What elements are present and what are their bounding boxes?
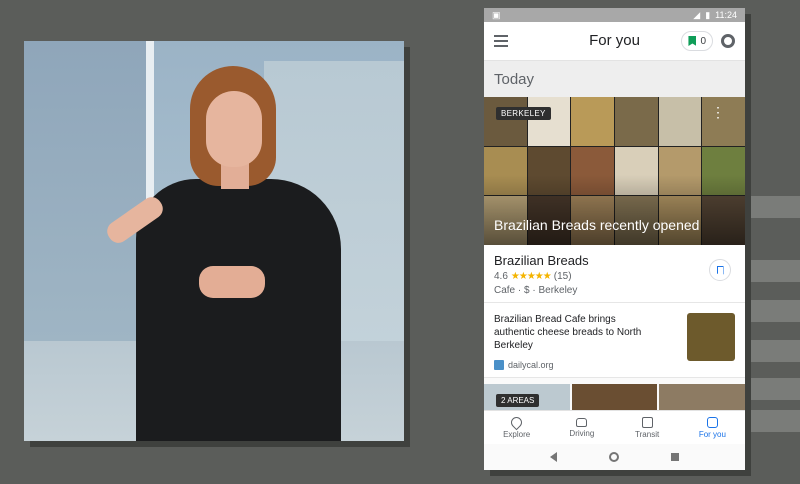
area-chip: BERKELEY xyxy=(496,107,551,120)
place-meta: Cafe · $ · Berkeley xyxy=(494,285,578,296)
photo-tile xyxy=(484,97,527,146)
source-logo-icon xyxy=(494,360,504,370)
save-place-button[interactable] xyxy=(709,259,731,281)
nav-label: Transit xyxy=(635,430,660,439)
nav-label: Explore xyxy=(503,430,531,439)
saved-count: 0 xyxy=(700,35,706,47)
flag-icon xyxy=(688,36,697,46)
photo-collage[interactable]: BERKELEY ⋮ Brazilian Breads recently ope… xyxy=(484,97,745,245)
star-rating-icon: ★★★★★ xyxy=(510,271,552,282)
status-bar: ▣ ◢ ▮ 11:24 xyxy=(484,8,745,22)
nav-label: For you xyxy=(698,430,726,439)
nav-label: Driving xyxy=(569,429,595,438)
recents-icon[interactable] xyxy=(671,453,679,461)
nav-explore[interactable]: Explore xyxy=(484,411,549,445)
more-options-icon[interactable]: ⋮ xyxy=(711,105,725,119)
photo-tile xyxy=(615,97,658,146)
review-count: (15) xyxy=(553,271,572,282)
signal-icon: ◢ xyxy=(693,9,701,20)
background-stripe xyxy=(745,300,800,322)
bookmark-icon xyxy=(716,265,724,275)
video-wall xyxy=(24,41,146,341)
place-name: Brazilian Breads xyxy=(494,253,589,268)
areas-chip: 2 AREAS xyxy=(496,394,540,407)
presenter-face xyxy=(206,91,262,167)
system-navigation-bar xyxy=(484,444,745,470)
car-icon xyxy=(576,418,588,427)
back-icon[interactable] xyxy=(550,452,557,462)
background-stripe xyxy=(745,410,800,432)
app-bar-actions: 0 xyxy=(681,31,735,51)
presenter-video xyxy=(24,41,404,441)
plus-icon xyxy=(706,417,718,428)
bottom-navigation: Explore Driving Transit For you xyxy=(484,410,745,445)
photo-tile xyxy=(658,97,702,146)
background-stripe xyxy=(745,340,800,362)
home-icon[interactable] xyxy=(609,452,619,462)
presenter-hands xyxy=(199,266,265,298)
rating-value: 4.6 xyxy=(494,271,508,282)
nav-for-you[interactable]: For you xyxy=(680,411,745,445)
collage-caption: Brazilian Breads recently opened xyxy=(494,217,700,233)
bus-icon xyxy=(641,417,653,428)
background-stripe xyxy=(745,260,800,282)
phone-screen: ▣ ◢ ▮ 11:24 0 For you Today BERKELEY ⋮ B… xyxy=(484,8,745,470)
menu-icon[interactable] xyxy=(494,35,508,47)
app-bar: 0 xyxy=(484,22,745,61)
caption-gradient xyxy=(484,175,745,245)
place-card[interactable]: Brazilian Breads 4.6 ★★★★★ (15) Cafe · $… xyxy=(484,245,745,303)
article-title: Brazilian Bread Cafe brings authentic ch… xyxy=(494,314,642,351)
article-card[interactable]: Brazilian Bread Cafe brings authentic ch… xyxy=(484,303,745,378)
status-time: 11:24 xyxy=(715,10,737,20)
section-heading: Today xyxy=(484,61,745,97)
rating-row: 4.6 ★★★★★ (15) xyxy=(494,271,735,282)
background-stripe xyxy=(745,196,800,218)
article-thumbnail xyxy=(687,313,735,361)
nav-driving[interactable]: Driving xyxy=(549,411,614,445)
background-stripe xyxy=(745,378,800,400)
photo-tile xyxy=(571,97,614,146)
photo-tile xyxy=(527,97,571,146)
screenshot-icon: ▣ xyxy=(492,9,501,20)
pin-icon xyxy=(508,414,525,431)
gear-icon[interactable] xyxy=(721,34,735,48)
article-source-row: dailycal.org xyxy=(494,360,654,370)
status-icons: ◢ ▮ 11:24 xyxy=(693,10,737,21)
nav-transit[interactable]: Transit xyxy=(615,411,680,445)
article-source: dailycal.org xyxy=(508,360,554,370)
battery-icon: ▮ xyxy=(705,9,711,20)
presenter-body xyxy=(136,179,341,441)
article-text: Brazilian Bread Cafe brings authentic ch… xyxy=(494,313,654,370)
saved-places-chip[interactable]: 0 xyxy=(681,31,713,51)
